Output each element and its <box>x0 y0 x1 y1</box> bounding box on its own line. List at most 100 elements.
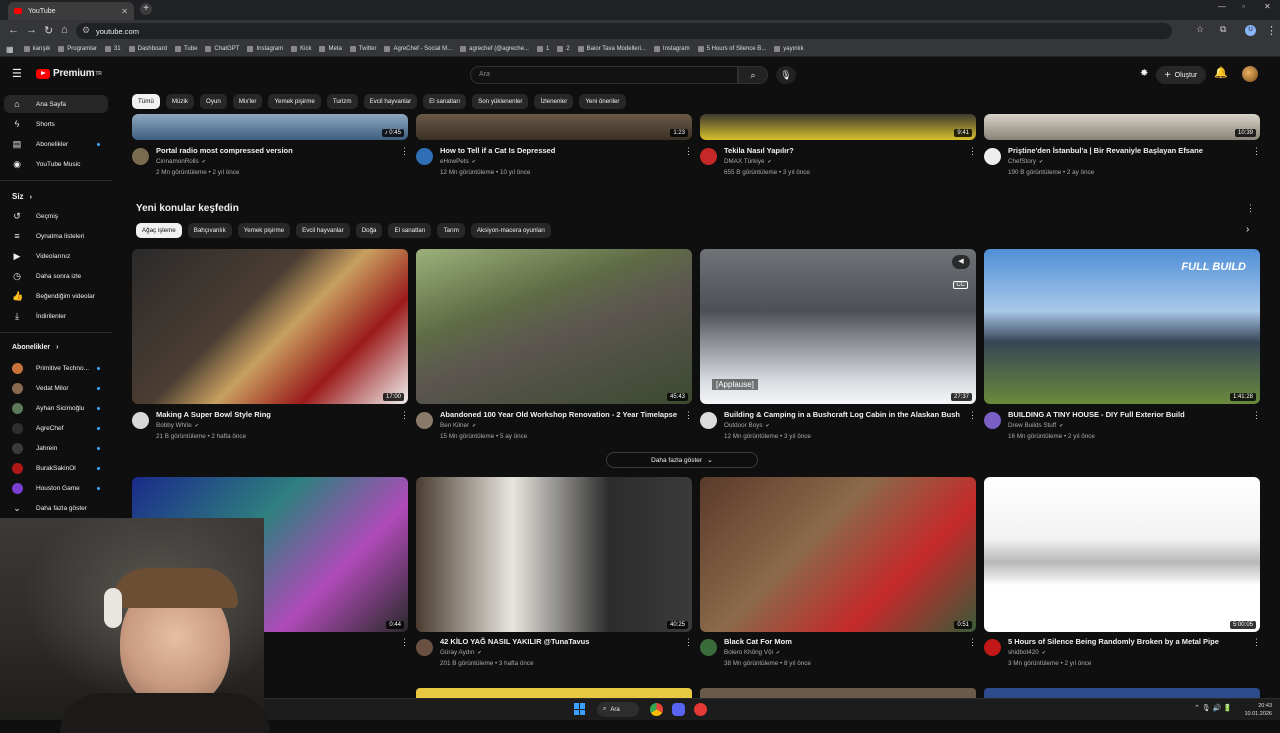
video-title[interactable]: BUILDING A TINY HOUSE - DIY Full Exterio… <box>1008 410 1248 419</box>
video-channel[interactable]: Güray Aydın ✔ <box>440 649 482 656</box>
video-thumbnail[interactable]: 1:23 <box>416 114 692 140</box>
show-more-button[interactable]: Daha fazla göster ⌄ <box>606 452 758 468</box>
video-card[interactable]: 40:25 42 KİLO YAĞ NASIL YAKILIR @TunaTavu… <box>416 477 693 673</box>
video-card[interactable]: 5:00:05 5 Hours of Silence Being Randomly… <box>984 477 1261 673</box>
chrome-icon[interactable] <box>650 703 663 716</box>
app-icon[interactable] <box>694 703 707 716</box>
browser-tab[interactable]: YouTube ✕ <box>8 2 134 20</box>
bookmark-item[interactable]: karışık <box>23 46 50 52</box>
video-title[interactable]: Building & Camping in a Bushcraft Log Ca… <box>724 410 964 419</box>
bookmark-item[interactable]: Tube <box>174 46 197 52</box>
new-tab-button[interactable]: + <box>140 3 152 15</box>
bookmark-item[interactable]: Kick <box>291 46 311 52</box>
notifications-bell-icon[interactable]: 🔔 <box>1214 66 1228 79</box>
sidebar-channel[interactable]: Houston Game <box>4 479 108 497</box>
home-browser-icon[interactable]: ⌂ <box>61 24 68 36</box>
bookmark-item[interactable]: agrechef (@agreche... <box>460 46 529 52</box>
explore-chip[interactable]: Ağaç işleme <box>136 223 182 238</box>
sidebar-item-download[interactable]: ⤓ İndirilenler <box>4 307 108 325</box>
sidebar-show-more[interactable]: ⌄ Daha fazla göster <box>4 499 108 517</box>
search-button[interactable]: ⌕ <box>738 66 768 84</box>
channel-avatar[interactable] <box>132 412 149 429</box>
chip[interactable]: El sanatları <box>423 94 467 109</box>
bookmark-item[interactable]: Instagram <box>247 46 283 52</box>
explore-chip[interactable]: Tarım <box>437 223 465 238</box>
forward-icon[interactable]: → <box>26 24 37 36</box>
explore-chip[interactable]: Doğa <box>355 223 383 238</box>
bookmark-item[interactable]: 1 <box>536 46 549 52</box>
bookmark-item[interactable]: Baior Tava Modelleri... <box>577 46 646 52</box>
channel-avatar[interactable] <box>416 412 433 429</box>
menu-dots-icon[interactable]: ⋮ <box>1266 24 1277 37</box>
channel-avatar[interactable] <box>700 639 717 656</box>
chip[interactable]: Tümü <box>132 94 160 109</box>
sidebar-you-heading[interactable]: Siz › <box>12 192 32 201</box>
chip[interactable]: Turizm <box>326 94 358 109</box>
sidebar-item-your-videos[interactable]: ▶ Videolarınız <box>4 247 108 265</box>
channel-avatar[interactable] <box>700 148 717 165</box>
bookmark-item[interactable]: Programlar <box>58 46 97 52</box>
video-title[interactable]: 42 KİLO YAĞ NASIL YAKILIR @TunaTavus <box>440 637 680 646</box>
minimize-icon[interactable]: — <box>1218 2 1226 11</box>
bookmark-item[interactable]: ChatGPT <box>205 46 239 52</box>
chip[interactable]: Yemek pişirme <box>268 94 321 109</box>
sidebar-subscriptions-heading[interactable]: Abonelikler › <box>12 344 58 351</box>
partial-thumbnail[interactable] <box>416 688 692 698</box>
account-avatar[interactable] <box>1242 66 1258 82</box>
video-channel[interactable]: eHowPets ✔ <box>440 158 476 165</box>
partial-thumbnail[interactable] <box>700 688 976 698</box>
mute-icon[interactable]: ◀ <box>952 255 970 269</box>
chip[interactable]: Evcil hayvanlar <box>363 94 418 109</box>
video-title[interactable]: How to Tell if a Cat Is Depressed <box>440 146 680 155</box>
video-menu-icon[interactable]: ⋮ <box>400 410 409 421</box>
sidebar-item-playlists[interactable]: ≡ Oynatma listeleri <box>4 227 108 245</box>
sidebar-channel[interactable]: Primitive Techno... <box>4 359 108 377</box>
address-bar[interactable]: ⚙ youtube.com <box>76 23 1172 39</box>
video-menu-icon[interactable]: ⋮ <box>1252 637 1261 648</box>
channel-avatar[interactable] <box>416 639 433 656</box>
sidebar-item-like[interactable]: 👍 Beğendiğim videolar <box>4 287 108 305</box>
taskbar-clock[interactable]: 20:43 10.01.2026 <box>1244 702 1272 718</box>
video-card[interactable]: 27:37 [Applause] ◀ CC Building & Camping in … <box>700 249 977 446</box>
video-thumbnail[interactable]: ♪ 0:45 <box>132 114 408 140</box>
sidebar-channel[interactable]: Vedat Milor <box>4 379 108 397</box>
video-card[interactable]: 45:43 Abandoned 100 Year Old Workshop Ren… <box>416 249 693 446</box>
cc-icon[interactable]: CC <box>953 281 968 289</box>
explore-chip[interactable]: Evcil hayvanlar <box>296 223 350 238</box>
tray-icons[interactable]: ⌃ 🎙 🔊 🔋 <box>1194 704 1232 712</box>
bookmark-item[interactable]: yayınlık <box>774 46 804 52</box>
sidebar-channel[interactable]: AgreChef <box>4 419 108 437</box>
search-input[interactable]: Ara <box>470 66 738 84</box>
video-thumbnail[interactable]: 1:41:28 FULL BUILD <box>984 249 1260 404</box>
video-title[interactable]: Tekila Nasıl Yapılır? <box>724 146 964 155</box>
video-menu-icon[interactable]: ⋮ <box>968 637 977 648</box>
bookmark-item[interactable]: Dashboard <box>128 46 167 52</box>
sidebar-channel[interactable]: BurakSakinOl <box>4 459 108 477</box>
hamburger-menu-icon[interactable]: ☰ <box>12 67 22 80</box>
voice-search-button[interactable]: 🎙 <box>776 66 796 84</box>
video-thumbnail[interactable]: 5:00:05 <box>984 477 1260 632</box>
explore-chip[interactable]: El sanatları <box>388 223 432 238</box>
site-info-icon[interactable]: ⚙ <box>82 25 90 36</box>
channel-avatar[interactable] <box>984 412 1001 429</box>
explore-chip[interactable]: Bahçıvanlık <box>187 223 232 238</box>
video-channel[interactable]: DMAX Türkiye ✔ <box>724 158 772 165</box>
maximize-icon[interactable]: ▫ <box>1242 2 1245 11</box>
partial-thumbnail[interactable] <box>984 688 1260 698</box>
bookmark-item[interactable]: Meta <box>319 46 342 52</box>
bookmark-item[interactable]: 5 Hours of Silence B... <box>697 46 766 52</box>
video-card[interactable]: ♪ 0:45 Portal radio most compressed versi… <box>132 114 409 182</box>
video-title[interactable]: 5 Hours of Silence Being Randomly Broken… <box>1008 637 1248 646</box>
video-thumbnail[interactable]: 0:51 <box>700 477 976 632</box>
back-icon[interactable]: ← <box>8 24 19 36</box>
chip[interactable]: Son yüklenenler <box>472 94 529 109</box>
sidebar-item-music[interactable]: ◉ YouTube Music <box>4 155 108 173</box>
video-channel[interactable]: Outdoor Boys ✔ <box>724 422 770 429</box>
sidebar-item-history[interactable]: ↺ Geçmiş <box>4 207 108 225</box>
bookmark-item[interactable]: Twitter <box>349 46 376 52</box>
video-channel[interactable]: ChefStory ✔ <box>1008 158 1043 165</box>
chip[interactable]: Mix'ler <box>232 94 263 109</box>
video-title[interactable]: Priştine'den İstanbul'a | Bir Revaniyle … <box>1008 146 1248 155</box>
video-card[interactable]: 10:39 Priştine'den İstanbul'a | Bir Revan… <box>984 114 1261 182</box>
youtube-logo[interactable]: Premium TR <box>36 68 102 79</box>
